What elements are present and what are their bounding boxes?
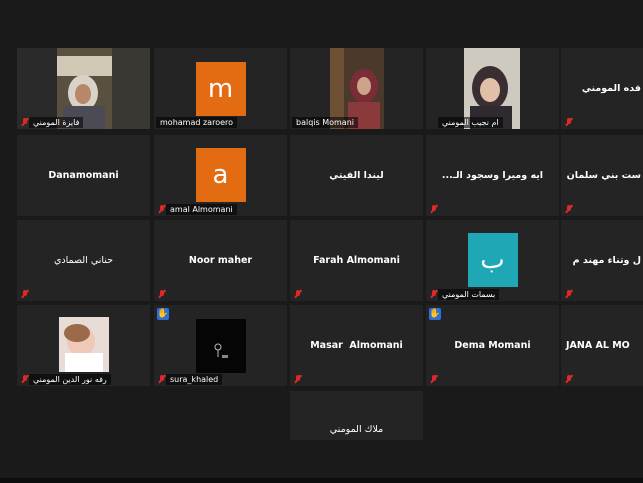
raised-hand-icon: ✋ (157, 308, 169, 320)
microphone-muted-icon (294, 375, 302, 383)
participant-avatar: m (195, 62, 246, 116)
participant-name: Dema Momani (454, 340, 531, 351)
participant-tile-r1c4[interactable]: ام نجيب المومني (426, 48, 559, 129)
microphone-muted-icon (430, 375, 438, 383)
participant-tile-r4c1[interactable]: رفه نور الدين المومني (17, 305, 150, 386)
participant-name: فايزة المومني (29, 117, 84, 128)
participant-name: ست بني سلمان (566, 170, 641, 181)
participant-name: mohamad zaroero (156, 117, 238, 128)
participant-tile-r3c2[interactable]: Noor maher (154, 220, 287, 301)
microphone-muted-icon (565, 290, 573, 298)
participant-name: Danamomani (48, 170, 119, 181)
participant-tile-r4c5[interactable]: JANA AL MO (561, 305, 643, 386)
participant-name: JANA AL MO (566, 340, 630, 351)
participant-tile-r2c3[interactable]: ليندا الفيتي (290, 135, 423, 216)
participant-tile-r3c1[interactable]: حناني الصمادي (17, 220, 150, 301)
participant-name: رفه نور الدين المومني (29, 374, 111, 385)
participant-name: Farah Almomani (313, 255, 400, 266)
participant-name: Noor maher (188, 255, 253, 266)
microphone-muted-icon (565, 205, 573, 213)
participant-tile-r3c4[interactable]: ب بسمات المومني (426, 220, 559, 301)
participant-tile-r1c1[interactable]: فايزة المومني (17, 48, 150, 129)
microphone-muted-icon (158, 205, 166, 213)
participant-profile-image (196, 319, 246, 373)
participant-tile-r4c2[interactable]: ✋ sura_khaled (154, 305, 287, 386)
participant-name: amal Almomani (166, 204, 237, 215)
participant-tile-r4c3[interactable]: Masar Almomani (290, 305, 423, 386)
microphone-muted-icon (158, 290, 166, 298)
participant-avatar: a (195, 148, 246, 202)
participant-tile-r4c4[interactable]: ✋ Dema Momani (426, 305, 559, 386)
microphone-muted-icon (21, 375, 29, 383)
participant-name: ...ايه وميرا وسجود الـ (441, 170, 544, 181)
participant-tile-r1c2[interactable]: m mohamad zaroero (154, 48, 287, 129)
microphone-muted-icon (21, 290, 29, 298)
participant-tile-r2c2[interactable]: a amal Almomani (154, 135, 287, 216)
participant-name: ل وتناء مهند م (572, 255, 641, 266)
participant-tile-r1c5[interactable]: فده المومني (561, 48, 643, 129)
meeting-controls-bar (0, 478, 643, 483)
microphone-muted-icon (294, 290, 302, 298)
participant-name: balqis Momani (292, 117, 358, 128)
participant-name: حناني الصمادي (53, 255, 114, 266)
microphone-muted-icon (158, 375, 166, 383)
participant-tile-r2c1[interactable]: Danamomani (17, 135, 150, 216)
participant-tile-r3c3[interactable]: Farah Almomani (290, 220, 423, 301)
microphone-muted-icon (21, 118, 29, 126)
participant-name: فده المومني (581, 83, 641, 94)
participant-tile-r2c4[interactable]: ...ايه وميرا وسجود الـ (426, 135, 559, 216)
microphone-muted-icon (430, 205, 438, 213)
participant-tile-r5c1[interactable]: ملاك المومني (290, 391, 423, 440)
participant-name: Masar Almomani (310, 340, 403, 351)
microphone-muted-icon (565, 375, 573, 383)
microphone-muted-icon (430, 290, 438, 298)
participant-name: بسمات المومني (438, 289, 500, 300)
participant-tile-r3c5[interactable]: ل وتناء مهند م (561, 220, 643, 301)
participant-name: ام نجيب المومني (438, 117, 503, 128)
participant-tile-r2c5[interactable]: ست بني سلمان (561, 135, 643, 216)
participant-tile-r1c3[interactable]: balqis Momani (290, 48, 423, 129)
participant-avatar: ب (467, 233, 518, 287)
participant-name: ليندا الفيتي (329, 170, 384, 181)
microphone-muted-icon (565, 118, 573, 126)
participant-name: ملاك المومني (329, 424, 384, 435)
participant-name: sura_khaled (166, 374, 223, 385)
